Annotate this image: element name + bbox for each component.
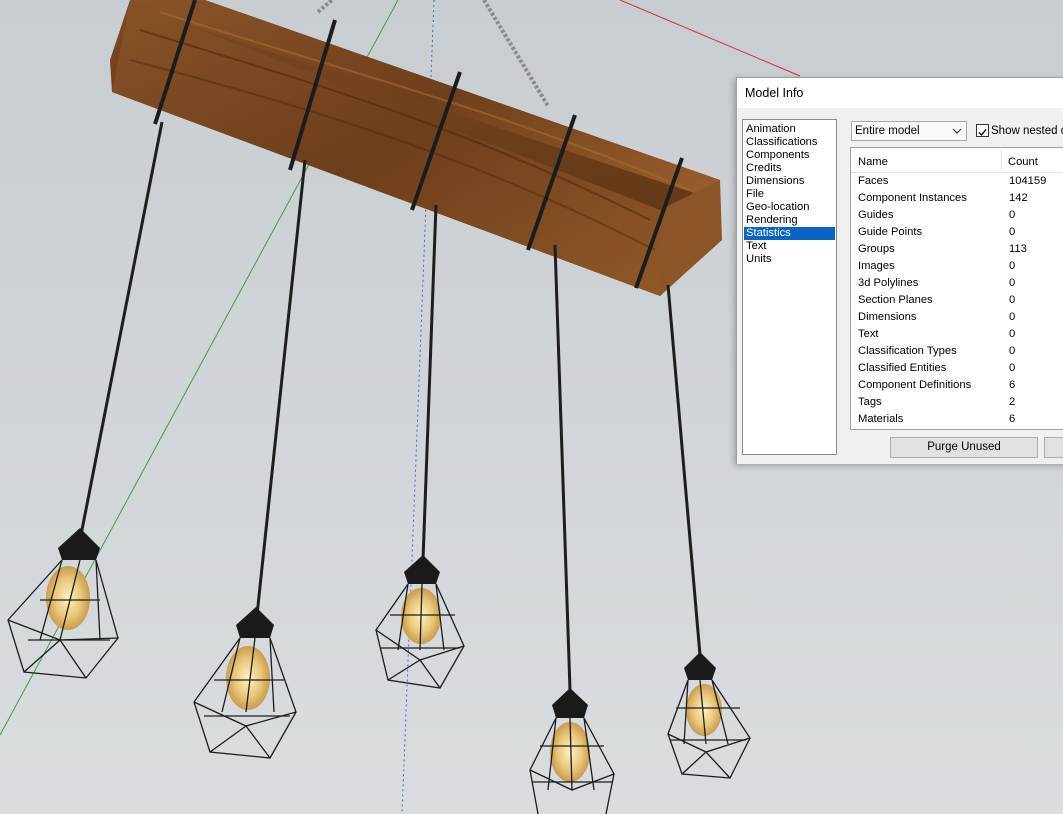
show-nested-checkbox[interactable] [976,124,989,137]
row-count: 142 [1009,192,1028,204]
table-row: Tags 2 [851,394,1063,411]
row-count: 0 [1009,294,1016,306]
table-row: Faces 104159 [851,173,1063,190]
row-count: 6 [1009,413,1016,425]
row-name: Classified Entities [858,362,947,374]
row-name: 3d Polylines [858,277,919,289]
row-name: Component Instances [858,192,967,204]
row-count: 104159 [1009,175,1047,187]
row-count: 0 [1009,226,1016,238]
row-count: 6 [1009,379,1016,391]
sidebar-item-units[interactable]: Units [744,253,835,266]
table-row: Groups 113 [851,241,1063,258]
row-name: Tags [858,396,882,408]
column-header-count[interactable]: Count [1008,156,1038,168]
row-count: 0 [1009,362,1016,374]
table-row: Dimensions 0 [851,309,1063,326]
table-row: Guides 0 [851,207,1063,224]
sidebar-item-statistics[interactable]: Statistics [744,227,835,240]
show-nested-label: Show nested co [991,125,1063,137]
table-row: Text 0 [851,326,1063,343]
row-count: 0 [1009,260,1016,272]
sidebar-item-credits[interactable]: Credits [744,162,835,175]
table-header: Name Count [851,148,1063,173]
row-name: Materials [858,413,904,425]
table-row: Component Instances 142 [851,190,1063,207]
sidebar-item-text[interactable]: Text [744,240,835,253]
row-count: 0 [1009,311,1016,323]
table-row: Section Planes 0 [851,292,1063,309]
chevron-down-icon [951,125,963,140]
dialog-titlebar[interactable]: Model Info [737,78,1063,108]
fix-problems-button[interactable] [1044,437,1063,458]
row-count: 2 [1009,396,1016,408]
table-row: 3d Polylines 0 [851,275,1063,292]
row-name: Component Definitions [858,379,972,391]
table-row: Materials 6 [851,411,1063,428]
table-row: Classification Types 0 [851,343,1063,360]
row-count: 0 [1009,277,1016,289]
row-name: Guide Points [858,226,923,238]
sidebar-item-classifications[interactable]: Classifications [744,136,835,149]
row-count: 113 [1009,243,1027,255]
table-row: Classified Entities 0 [851,360,1063,377]
sidebar-item-animation[interactable]: Animation [744,123,835,136]
table-row: Images 0 [851,258,1063,275]
model-info-dialog: Model Info Animation Classifications Compo… [736,77,1063,464]
row-name: Faces [858,175,889,187]
sidebar-item-file[interactable]: File [744,188,835,201]
row-name: Guides [858,209,894,221]
row-name: Text [858,328,879,340]
row-name: Groups [858,243,895,255]
scope-dropdown[interactable]: Entire model [851,121,967,141]
sidebar-item-dimensions[interactable]: Dimensions [744,175,835,188]
table-row: Component Definitions 6 [851,377,1063,394]
row-count: 0 [1009,345,1016,357]
purge-unused-button[interactable]: Purge Unused [890,437,1038,458]
row-name: Dimensions [858,311,917,323]
category-list[interactable]: Animation Classifications Components Credit… [742,119,837,455]
row-name: Images [858,260,895,272]
column-header-name[interactable]: Name [858,156,888,168]
sidebar-item-geo-location[interactable]: Geo-location [744,201,835,214]
sidebar-item-components[interactable]: Components [744,149,835,162]
row-name: Classification Types [858,345,957,357]
row-count: 0 [1009,328,1016,340]
dialog-title: Model Info [745,86,804,100]
row-count: 0 [1009,209,1016,221]
table-row: Guide Points 0 [851,224,1063,241]
row-name: Section Planes [858,294,933,306]
column-divider[interactable] [1001,150,1002,170]
sidebar-item-rendering[interactable]: Rendering [744,214,835,227]
scope-dropdown-value: Entire model [855,125,920,137]
statistics-table: Name Count Faces 104159 Component Instance… [850,147,1063,430]
